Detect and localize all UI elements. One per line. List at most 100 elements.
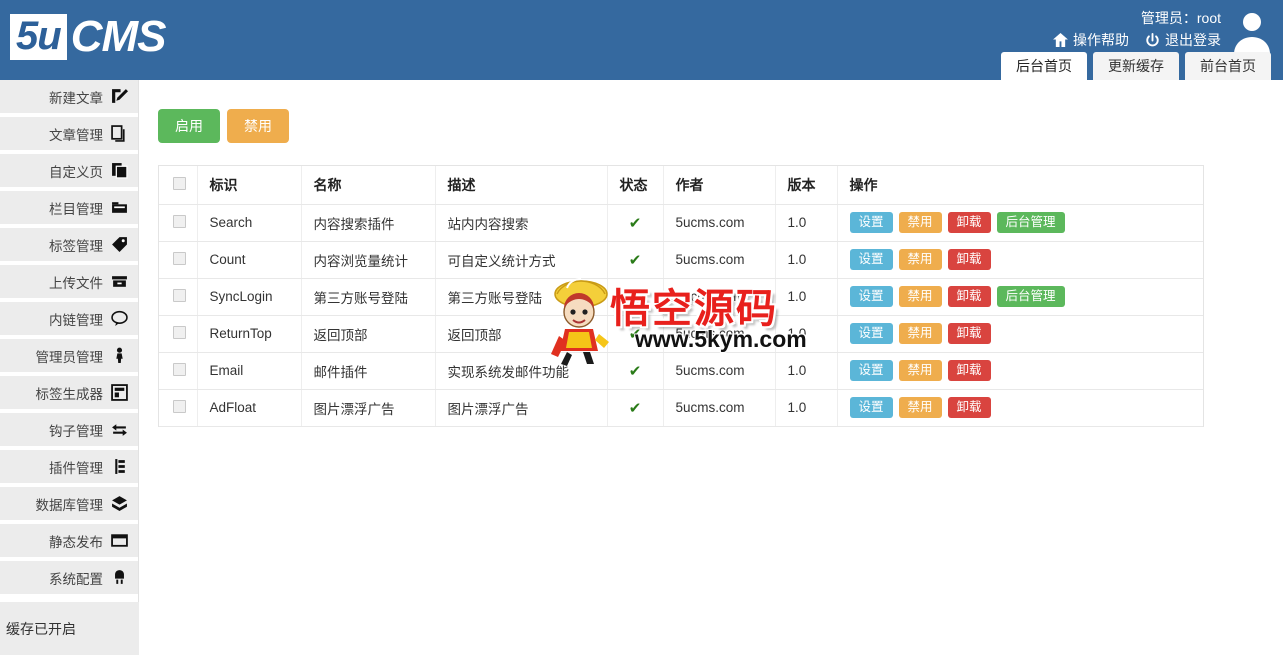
sidebar-item-tag-manage[interactable]: 标签管理 — [0, 228, 138, 261]
select-all-header — [159, 166, 198, 205]
cell-desc: 站内内容搜索 — [435, 204, 608, 242]
archive-icon — [111, 273, 128, 290]
sidebar-item-admin-manage[interactable]: 管理员管理 — [0, 339, 138, 372]
disable-button[interactable]: 禁用 — [227, 109, 289, 143]
sidebar-item-label: 内链管理 — [49, 312, 103, 328]
disable-button[interactable]: 禁用 — [898, 396, 942, 419]
settings-button[interactable]: 设置 — [849, 211, 893, 234]
sidebar-item-static-publish[interactable]: 静态发布 — [0, 524, 138, 557]
cell-author: 5ucms.com — [663, 389, 776, 427]
sidebar-item-database-manage[interactable]: 数据库管理 — [0, 487, 138, 520]
row-actions: 设置 禁用 卸载 — [849, 359, 1192, 382]
settings-button[interactable]: 设置 — [849, 359, 893, 382]
row-checkbox[interactable] — [173, 362, 186, 376]
sidebar: 新建文章 文章管理 自定义页 栏目管理 标签管理 上传文件 内链管理 管理员管理… — [0, 80, 139, 655]
cell-version: 1.0 — [775, 352, 838, 390]
sidebar-item-label: 上传文件 — [49, 275, 103, 291]
sidebar-item-system-config[interactable]: 系统配置 — [0, 561, 138, 594]
logo-text: CMS — [70, 12, 167, 61]
sidebar-item-label: 标签管理 — [49, 238, 103, 254]
row-actions: 设置 禁用 卸载 — [849, 396, 1192, 419]
logo-badge: 5u — [10, 14, 67, 60]
cell-author: 5ucms.com — [663, 315, 776, 353]
disable-button[interactable]: 禁用 — [898, 248, 942, 271]
uninstall-button[interactable]: 卸载 — [947, 248, 991, 271]
row-actions: 设置 禁用 卸载 — [849, 322, 1192, 345]
cell-author: 5ucms.com — [663, 241, 776, 279]
cell-author: 5ucms.com — [663, 278, 776, 316]
plugins-table: 标识 名称 描述 状态 作者 版本 操作 Search 内容搜索插件 站内内容搜… — [159, 166, 1203, 427]
table-row: AdFloat 图片漂浮广告 图片漂浮广告 ✔ 5ucms.com 1.0 设置… — [159, 389, 1203, 427]
help-link[interactable]: 操作帮助 — [1053, 30, 1129, 50]
sidebar-item-inner-link[interactable]: 内链管理 — [0, 302, 138, 335]
disable-button[interactable]: 禁用 — [898, 359, 942, 382]
header-links: 操作帮助 退出登录 — [1053, 30, 1221, 50]
table-row: ReturnTop 返回顶部 返回顶部 ✔ 5ucms.com 1.0 设置 禁… — [159, 315, 1203, 353]
edit-document-icon — [111, 88, 128, 105]
backend-manage-button[interactable]: 后台管理 — [996, 285, 1065, 308]
row-checkbox[interactable] — [173, 251, 186, 265]
sidebar-item-label: 栏目管理 — [49, 201, 103, 217]
uninstall-button[interactable]: 卸载 — [947, 211, 991, 234]
disable-button[interactable]: 禁用 — [898, 285, 942, 308]
column-header-name: 名称 — [301, 166, 436, 205]
tab-frontend-home[interactable]: 前台首页 — [1185, 52, 1271, 80]
cell-desc: 可自定义统计方式 — [435, 241, 608, 279]
cell-name: 图片漂浮广告 — [301, 389, 436, 427]
uninstall-button[interactable]: 卸载 — [947, 285, 991, 308]
cache-status: 缓存已开启 — [0, 602, 139, 655]
column-header-desc: 描述 — [435, 166, 608, 205]
uninstall-button[interactable]: 卸载 — [947, 396, 991, 419]
sidebar-item-label: 自定义页 — [49, 164, 103, 180]
logout-link-label: 退出登录 — [1165, 32, 1221, 48]
sidebar-item-label: 系统配置 — [49, 571, 103, 587]
disable-button[interactable]: 禁用 — [898, 211, 942, 234]
sidebar-item-category-manage[interactable]: 栏目管理 — [0, 191, 138, 224]
sidebar-item-upload-file[interactable]: 上传文件 — [0, 265, 138, 298]
status-enabled-icon: ✔ — [628, 399, 642, 417]
exchange-icon — [111, 421, 128, 438]
sidebar-item-label: 文章管理 — [49, 127, 103, 143]
sidebar-item-new-article[interactable]: 新建文章 — [0, 80, 138, 113]
comment-icon — [111, 310, 128, 327]
uninstall-button[interactable]: 卸载 — [947, 359, 991, 382]
tab-refresh-cache[interactable]: 更新缓存 — [1093, 52, 1179, 80]
tab-backend-home[interactable]: 后台首页 — [1001, 52, 1087, 80]
column-header-state: 状态 — [607, 166, 664, 205]
cell-id: ReturnTop — [197, 315, 302, 353]
sidebar-item-hook-manage[interactable]: 钩子管理 — [0, 413, 138, 446]
cell-version: 1.0 — [775, 315, 838, 353]
cell-desc: 返回顶部 — [435, 315, 608, 353]
home-icon — [1053, 33, 1068, 47]
select-all-checkbox[interactable] — [173, 176, 186, 190]
row-checkbox[interactable] — [173, 399, 186, 413]
cell-id: Search — [197, 204, 302, 242]
row-actions: 设置 禁用 卸载 后台管理 — [849, 211, 1192, 234]
settings-button[interactable]: 设置 — [849, 248, 893, 271]
logout-link[interactable]: 退出登录 — [1145, 30, 1221, 50]
settings-button[interactable]: 设置 — [849, 396, 893, 419]
sidebar-item-plugin-manage[interactable]: 插件管理 — [0, 450, 138, 483]
plugin-icon — [111, 458, 128, 475]
sidebar-item-tag-generator[interactable]: 标签生成器 — [0, 376, 138, 409]
database-icon — [111, 495, 128, 512]
row-checkbox[interactable] — [173, 214, 186, 228]
toolbar: 启用 禁用 — [158, 109, 289, 143]
avatar[interactable] — [1229, 8, 1275, 54]
column-header-id: 标识 — [197, 166, 302, 205]
cell-version: 1.0 — [775, 278, 838, 316]
settings-button[interactable]: 设置 — [849, 285, 893, 308]
sidebar-item-custom-page[interactable]: 自定义页 — [0, 154, 138, 187]
disable-button[interactable]: 禁用 — [898, 322, 942, 345]
settings-button[interactable]: 设置 — [849, 322, 893, 345]
header-tabs: 后台首页 更新缓存 前台首页 — [1001, 52, 1271, 80]
enable-button[interactable]: 启用 — [158, 109, 220, 143]
copy-page-icon — [111, 162, 128, 179]
table-row: Count 内容浏览量统计 可自定义统计方式 ✔ 5ucms.com 1.0 设… — [159, 241, 1203, 279]
row-checkbox[interactable] — [173, 288, 186, 302]
backend-manage-button[interactable]: 后台管理 — [996, 211, 1065, 234]
uninstall-button[interactable]: 卸载 — [947, 322, 991, 345]
status-enabled-icon: ✔ — [628, 251, 642, 269]
sidebar-item-article-manage[interactable]: 文章管理 — [0, 117, 138, 150]
row-checkbox[interactable] — [173, 325, 186, 339]
